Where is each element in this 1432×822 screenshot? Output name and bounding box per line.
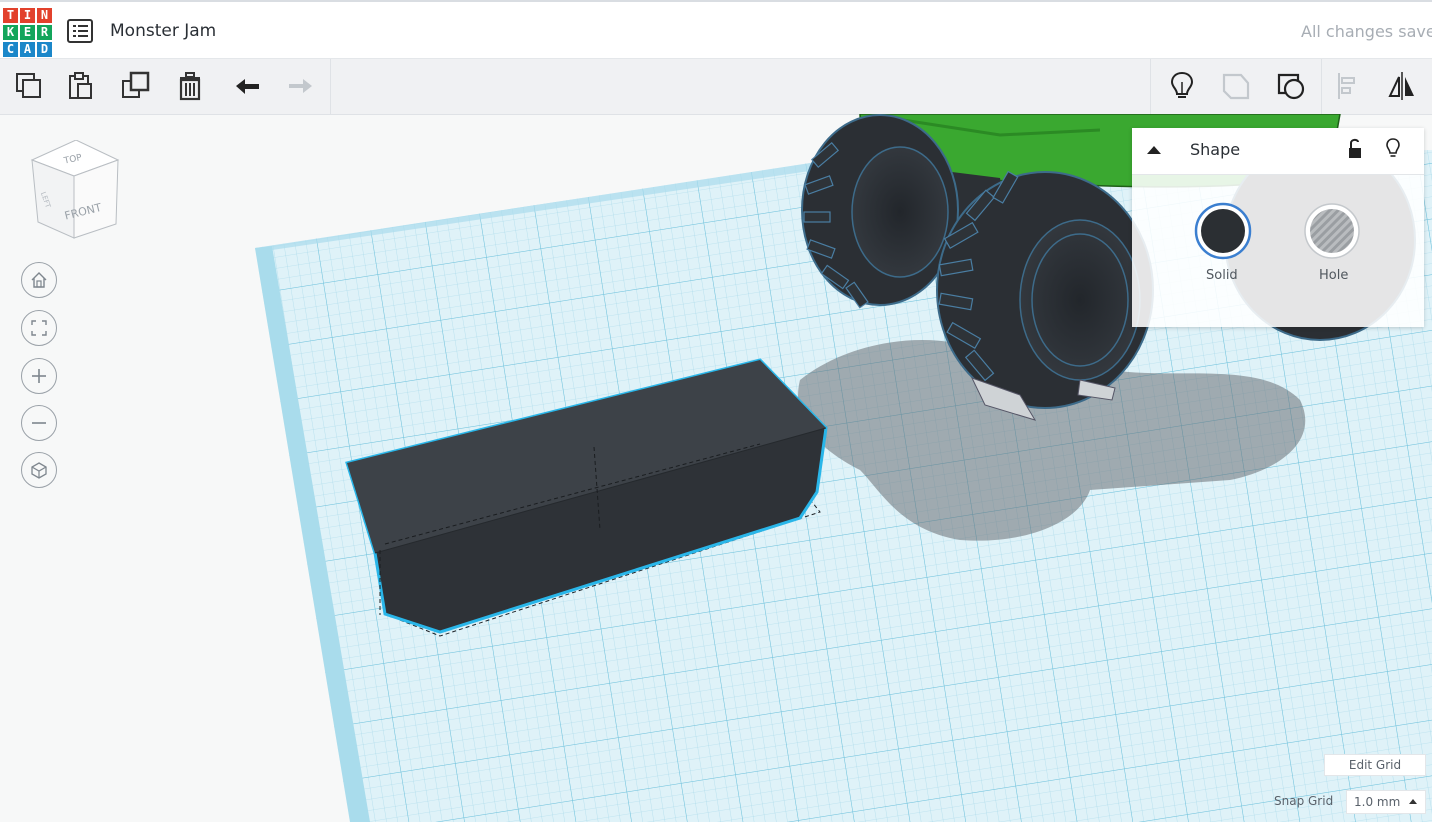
lock-icon[interactable] (1346, 137, 1364, 161)
copy-button[interactable] (12, 69, 46, 103)
shape-inspector-panel: Shape Solid Hole (1132, 128, 1424, 327)
home-view-button[interactable] (21, 262, 57, 298)
ungroup-icon (1277, 73, 1305, 100)
snap-grid-select[interactable]: 1.0 mm (1346, 790, 1426, 814)
align-icon (1338, 73, 1355, 99)
orthographic-toggle-icon (31, 462, 47, 479)
solid-swatch-button[interactable] (1193, 202, 1253, 266)
redo-icon (289, 79, 312, 93)
paste-icon (69, 72, 92, 99)
toolbar-divider (330, 59, 331, 114)
ungroup-button[interactable] (1274, 69, 1308, 103)
duplicate-button[interactable] (119, 69, 153, 103)
logo-letter: D (37, 42, 52, 57)
edit-grid-button[interactable]: Edit Grid (1324, 754, 1426, 776)
fit-view-icon (31, 320, 47, 336)
zoom-out-button[interactable] (21, 405, 57, 441)
design-list-icon[interactable] (67, 19, 93, 43)
show-all-lightbulb-icon (1170, 71, 1194, 98)
mirror-button[interactable] (1385, 69, 1419, 103)
duplicate-icon (122, 71, 150, 98)
hole-swatch (1304, 203, 1360, 259)
show-all-button[interactable] (1165, 69, 1199, 103)
logo-letter: T (3, 8, 18, 23)
zoom-in-icon (32, 369, 46, 383)
inspector-header: Shape (1132, 128, 1424, 175)
zoom-in-button[interactable] (21, 358, 57, 394)
align-button[interactable] (1333, 69, 1367, 103)
group-icon (1222, 73, 1250, 100)
logo-letter: K (3, 25, 18, 40)
solid-label: Solid (1206, 268, 1238, 283)
paste-button[interactable] (64, 69, 98, 103)
delete-icon (179, 72, 201, 101)
project-title[interactable]: Monster Jam (110, 21, 216, 41)
home-view-icon (31, 272, 47, 288)
hole-label: Hole (1319, 268, 1349, 283)
toolbar (0, 59, 1432, 115)
hide-lightbulb-icon[interactable] (1384, 137, 1402, 161)
fit-view-button[interactable] (21, 310, 57, 346)
solid-color-swatch (1194, 202, 1252, 260)
title-bar: TIN KER CAD Monster Jam All changes saved (0, 0, 1432, 59)
toolbar-divider (1321, 59, 1322, 114)
copy-icon (16, 73, 41, 98)
orthographic-toggle-button[interactable] (21, 452, 57, 488)
caret-up-icon (1409, 799, 1417, 804)
logo-letter: E (20, 25, 35, 40)
zoom-out-icon (32, 422, 46, 424)
save-status: All changes saved (1301, 22, 1432, 41)
logo-letter: C (3, 42, 18, 57)
delete-button[interactable] (173, 69, 207, 103)
redo-button[interactable] (284, 69, 318, 103)
mirror-icon (1388, 72, 1414, 100)
logo-letter: N (37, 8, 52, 23)
tinkercad-logo[interactable]: TIN KER CAD (3, 8, 53, 58)
logo-letter: R (37, 25, 52, 40)
group-button[interactable] (1219, 69, 1253, 103)
snap-grid-label: Snap Grid (1274, 794, 1334, 808)
toolbar-divider (1150, 59, 1151, 114)
logo-letter: A (20, 42, 35, 57)
undo-icon (236, 79, 259, 94)
snap-grid-value: 1.0 mm (1354, 795, 1401, 809)
collapse-caret-icon[interactable] (1146, 144, 1162, 156)
logo-letter: I (20, 8, 35, 23)
undo-button[interactable] (230, 69, 264, 103)
view-cube[interactable]: TOP FRONT LEFT (28, 139, 124, 248)
inspector-title: Shape (1190, 140, 1241, 159)
hole-swatch-button[interactable] (1302, 202, 1362, 266)
